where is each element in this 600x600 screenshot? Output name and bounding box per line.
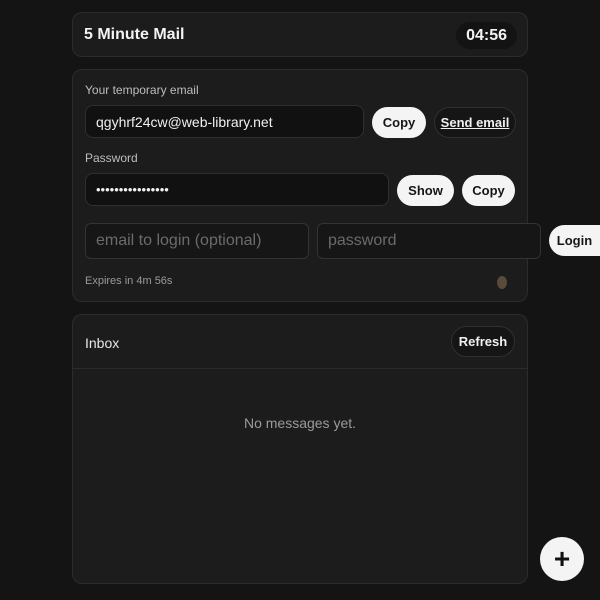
expires-text: Expires in 4m 56s: [85, 275, 173, 287]
mailbox-panel: Your temporary email qgyhrf24cw@web-libr…: [72, 69, 541, 302]
compose-plus-button[interactable]: +: [540, 537, 584, 581]
inbox-panel: Inbox Refresh No messages yet.: [72, 314, 528, 584]
header-bar: 5 Minute Mail 04:56: [72, 12, 528, 57]
status-indicator: [497, 276, 507, 289]
empty-inbox-message: No messages yet.: [243, 415, 357, 431]
copy-password-button[interactable]: Copy: [462, 175, 515, 206]
password-field[interactable]: ••••••••••••••••: [85, 173, 389, 206]
email-label: Your temporary email: [85, 83, 199, 97]
inbox-title: Inbox: [85, 335, 120, 351]
inbox-divider: [73, 368, 527, 369]
email-address-field[interactable]: qgyhrf24cw@web-library.net: [85, 105, 364, 138]
login-button[interactable]: Login: [549, 225, 600, 256]
copy-email-button[interactable]: Copy: [372, 107, 426, 138]
login-password-input[interactable]: password: [317, 223, 541, 259]
show-password-button[interactable]: Show: [397, 175, 454, 206]
countdown-timer: 04:56: [456, 22, 517, 49]
refresh-button[interactable]: Refresh: [451, 326, 515, 357]
send-email-button[interactable]: Send email: [434, 107, 516, 138]
password-label: Password: [85, 151, 138, 165]
login-email-input[interactable]: email to login (optional): [85, 223, 309, 259]
app-title: 5 Minute Mail: [84, 26, 185, 43]
